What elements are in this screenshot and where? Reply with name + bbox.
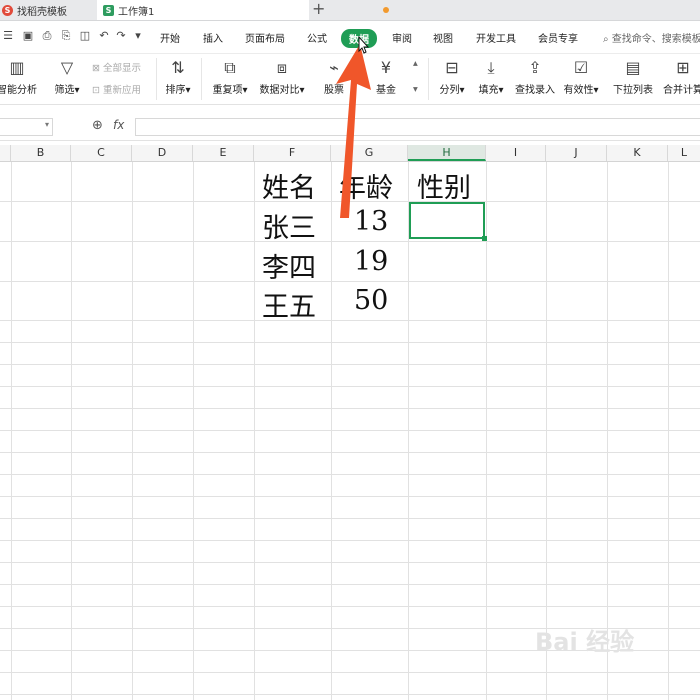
- orange-arrow-icon: [336, 44, 371, 218]
- annotation-arrow: [336, 35, 371, 218]
- baidu-watermark: Bai 经验: [535, 628, 635, 656]
